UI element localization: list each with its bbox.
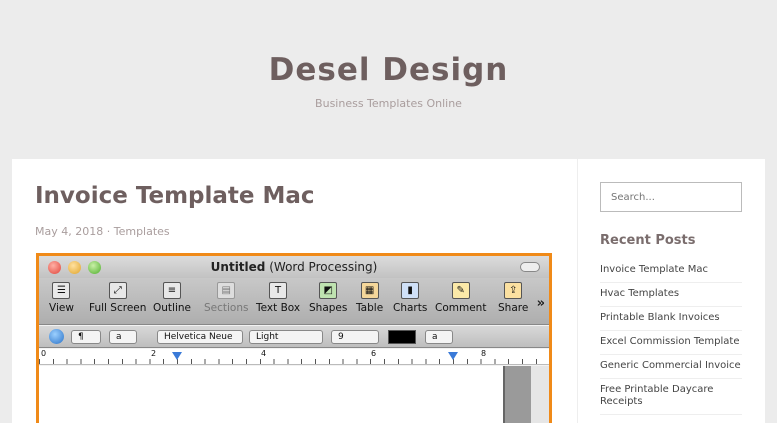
document-type: (Word Processing) bbox=[269, 260, 378, 274]
app-toolbar: ☰ View ⤢ Full Screen ≡ Outline ▤ Sections TT… bbox=[39, 278, 549, 325]
sections-icon: ▤ bbox=[217, 282, 236, 299]
paragraph-style-select: ¶ bbox=[71, 330, 101, 344]
meta-separator: · bbox=[106, 225, 111, 238]
window-title: Untitled (Word Processing) bbox=[39, 260, 549, 274]
toolbar-view: ☰ View bbox=[49, 282, 74, 314]
toolbar-label: Full Screen bbox=[89, 302, 147, 314]
table-icon: ▦ bbox=[360, 282, 379, 299]
ruler-number: 4 bbox=[261, 349, 267, 358]
styles-drawer-icon bbox=[49, 329, 64, 344]
toolbar-share: ⇪ Share bbox=[498, 282, 528, 314]
toolbar-sections: ▤ Sections bbox=[204, 282, 248, 314]
format-bar: ¶ a Helvetica Neue Light 9 a bbox=[39, 326, 549, 348]
site-header: Desel Design Business Templates Online bbox=[0, 0, 777, 160]
recent-post-link[interactable]: Invoice Template Mac bbox=[600, 259, 742, 283]
font-weight-select: Light bbox=[249, 330, 323, 344]
site-title[interactable]: Desel Design bbox=[0, 52, 777, 88]
sidebar: Recent Posts Invoice Template Mac Hvac T… bbox=[577, 159, 765, 423]
charts-icon: ▮ bbox=[401, 282, 420, 299]
ruler: 0 2 4 6 8 bbox=[39, 349, 549, 365]
post-content: Invoice Template Mac May 4, 2018 · Templ… bbox=[12, 159, 577, 423]
outline-icon: ≡ bbox=[163, 282, 181, 299]
text-box-icon: T bbox=[269, 282, 288, 299]
recent-post-link[interactable]: Hvac Templates bbox=[600, 283, 742, 307]
toolbar-outline: ≡ Outline bbox=[153, 282, 191, 314]
search-input[interactable] bbox=[600, 182, 742, 212]
recent-post-link[interactable]: Free Printable Daycare Receipts bbox=[600, 379, 742, 415]
vertical-scrollbar bbox=[531, 366, 549, 423]
toolbar-shapes: ◩ Shapes bbox=[309, 282, 347, 314]
post-meta: May 4, 2018 · Templates bbox=[35, 225, 170, 238]
font-size-select: 9 bbox=[331, 330, 379, 344]
toolbar-label: Comment bbox=[435, 302, 487, 314]
document-name: Untitled bbox=[210, 260, 266, 274]
ruler-number: 8 bbox=[481, 349, 487, 358]
post-title[interactable]: Invoice Template Mac bbox=[35, 183, 315, 209]
toolbar-label: View bbox=[49, 302, 74, 314]
recent-post-link[interactable]: Excel Commission Template bbox=[600, 331, 742, 355]
right-indent-marker-icon bbox=[448, 352, 458, 360]
post-date[interactable]: May 4, 2018 bbox=[35, 225, 103, 238]
toolbar-label: Table bbox=[356, 302, 384, 314]
comment-icon: ✎ bbox=[451, 282, 470, 299]
toolbar-label: Outline bbox=[153, 302, 191, 314]
toolbar-text-box: T Text Box bbox=[256, 282, 300, 314]
site-description: Business Templates Online bbox=[315, 97, 462, 110]
view-icon: ☰ bbox=[52, 282, 71, 299]
more-tools-icon: » bbox=[536, 296, 545, 311]
toolbar-label: Charts bbox=[393, 302, 428, 314]
toolbar-label: Shapes bbox=[309, 302, 348, 314]
toolbar-table: ▦ Table bbox=[356, 282, 383, 314]
shapes-icon: ◩ bbox=[319, 282, 338, 299]
recent-post-link[interactable]: Printable Blank Invoices bbox=[600, 307, 742, 331]
toolbar-full-screen: ⤢ Full Screen bbox=[89, 282, 146, 314]
text-color-swatch bbox=[388, 330, 416, 344]
ruler-number: 6 bbox=[371, 349, 377, 358]
font-family-select: Helvetica Neue bbox=[157, 330, 243, 344]
recent-posts-heading: Recent Posts bbox=[600, 233, 696, 248]
window-titlebar: Untitled (Word Processing) bbox=[39, 256, 549, 278]
recent-post-link[interactable]: Generic Commercial Invoice bbox=[600, 355, 742, 379]
share-icon: ⇪ bbox=[504, 282, 523, 299]
ruler-ticks bbox=[39, 359, 549, 364]
post-image: Untitled (Word Processing) ☰ View ⤢ Full S… bbox=[36, 253, 552, 423]
left-indent-marker-icon bbox=[172, 352, 182, 360]
toolbar-label: Text Box bbox=[256, 302, 301, 314]
document-area bbox=[39, 366, 549, 423]
document-page bbox=[39, 366, 505, 423]
recent-posts-list: Invoice Template Mac Hvac Templates Prin… bbox=[600, 259, 742, 415]
post-category[interactable]: Templates bbox=[114, 225, 170, 238]
toolbar-label: Sections bbox=[204, 302, 249, 314]
ruler-number: 0 bbox=[41, 349, 47, 358]
character-style-select: a bbox=[109, 330, 137, 344]
full-screen-icon: ⤢ bbox=[108, 282, 127, 299]
toolbar-comment: ✎ Comment bbox=[435, 282, 486, 314]
toolbar-toggle-icon bbox=[520, 262, 540, 272]
highlight-sample: a bbox=[425, 330, 453, 344]
toolbar-charts: ▮ Charts bbox=[393, 282, 427, 314]
ruler-number: 2 bbox=[151, 349, 157, 358]
toolbar-label: Share bbox=[498, 302, 529, 314]
